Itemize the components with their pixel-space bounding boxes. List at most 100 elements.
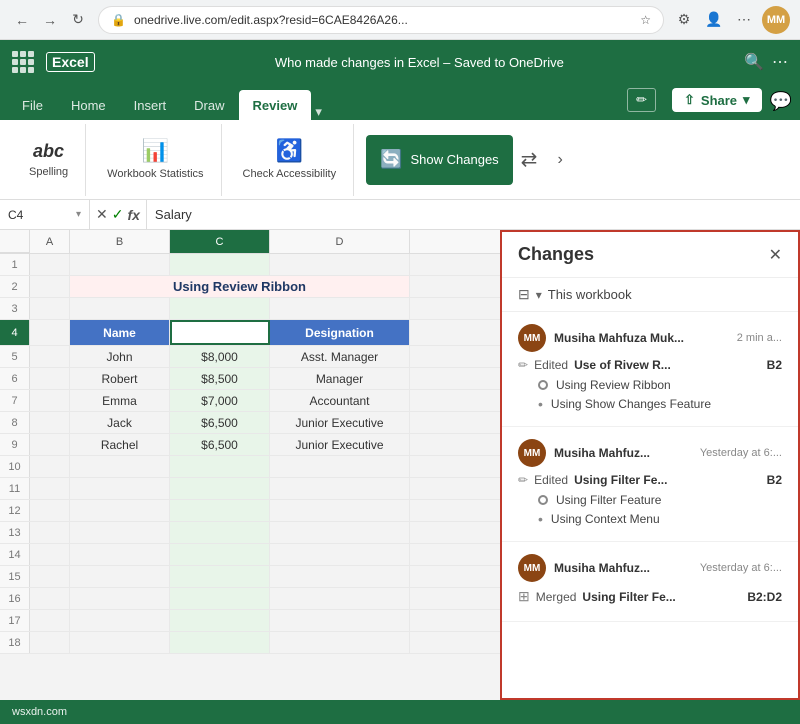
- spreadsheet-title-cell[interactable]: Using Review Ribbon: [70, 276, 410, 297]
- cell-d3[interactable]: [270, 298, 410, 319]
- cell-c8[interactable]: $6,500: [170, 412, 270, 433]
- change-edit-row-2: ✏ Edited Using Filter Fe... B2: [518, 473, 782, 487]
- cell-b1[interactable]: [70, 254, 170, 275]
- change-bullet-circle-2: Using Filter Feature: [518, 491, 782, 509]
- cell-b6[interactable]: Robert: [70, 368, 170, 389]
- show-changes-icon: 🔄: [380, 149, 402, 170]
- forward-button[interactable]: →: [38, 8, 62, 32]
- cell-b7[interactable]: Emma: [70, 390, 170, 411]
- back-button[interactable]: ←: [10, 8, 34, 32]
- comment-icon[interactable]: 💬: [770, 91, 792, 112]
- row-num-2: 2: [0, 276, 30, 297]
- change-time-1: 2 min a...: [737, 332, 782, 344]
- more-options-icon[interactable]: ⋯: [772, 52, 788, 72]
- cell-b8[interactable]: Jack: [70, 412, 170, 433]
- cell-d9[interactable]: Junior Executive: [270, 434, 410, 455]
- cell-a8[interactable]: [30, 412, 70, 433]
- formula-input-value[interactable]: Salary: [147, 207, 800, 222]
- tab-insert[interactable]: Insert: [120, 90, 181, 120]
- cell-ref-dropdown[interactable]: ▾: [76, 209, 81, 220]
- excel-titlebar: Excel Who made changes in Excel – Saved …: [0, 40, 800, 84]
- confirm-formula-icon[interactable]: ✓: [112, 206, 124, 223]
- filter-label: This workbook: [548, 287, 632, 302]
- change-meta-1: MM Musiha Mahfuza Muk... 2 min a...: [518, 324, 782, 352]
- address-bar[interactable]: 🔒 onedrive.live.com/edit.aspx?resid=6CAE…: [98, 6, 664, 34]
- ribbon-more-button[interactable]: ›: [553, 147, 566, 173]
- bullet-circle-icon-1: [538, 380, 548, 390]
- cell-a7[interactable]: [30, 390, 70, 411]
- share-button[interactable]: ⇧ Share ▾: [672, 88, 762, 112]
- edit-pencil-icon-2: ✏: [518, 473, 528, 487]
- change-time-2: Yesterday at 6:...: [700, 447, 782, 459]
- cell-c6[interactable]: $8,500: [170, 368, 270, 389]
- bullet-dot-icon-2: •: [538, 511, 543, 527]
- user-avatar[interactable]: MM: [762, 6, 790, 34]
- cell-a4[interactable]: [30, 320, 70, 345]
- edit-pencil-btn[interactable]: ✏: [627, 88, 656, 112]
- browser-nav: ← → ↻: [10, 8, 90, 32]
- cell-d7[interactable]: Accountant: [270, 390, 410, 411]
- cell-d8[interactable]: Junior Executive: [270, 412, 410, 433]
- spelling-button[interactable]: abc Spelling: [20, 128, 77, 192]
- change-bullet-text-1b: Using Show Changes Feature: [551, 397, 711, 411]
- change-edit-row-3: ⊞ Merged Using Filter Fe... B2:D2: [518, 588, 782, 605]
- tab-review[interactable]: Review: [239, 90, 312, 120]
- changes-panel-header: Changes ✕: [502, 232, 798, 278]
- cell-c3[interactable]: [170, 298, 270, 319]
- transfer-icon-btn[interactable]: ⇄: [517, 147, 542, 172]
- formula-bar: C4 ▾ ✕ ✓ fx Salary: [0, 200, 800, 230]
- app-grid-icon[interactable]: [12, 51, 34, 73]
- browser-bar: ← → ↻ 🔒 onedrive.live.com/edit.aspx?resi…: [0, 0, 800, 40]
- tab-file[interactable]: File: [8, 90, 57, 120]
- tab-draw[interactable]: Draw: [180, 90, 238, 120]
- cell-name-header[interactable]: Name: [70, 320, 170, 345]
- cell-b3[interactable]: [70, 298, 170, 319]
- cell-c1[interactable]: [170, 254, 270, 275]
- cell-c7[interactable]: $7,000: [170, 390, 270, 411]
- cell-a1[interactable]: [30, 254, 70, 275]
- change-item-3: MM Musiha Mahfuz... Yesterday at 6:... ⊞…: [502, 542, 798, 622]
- change-bullet-text-2b: Using Context Menu: [551, 512, 660, 526]
- search-icon[interactable]: 🔍: [744, 52, 764, 72]
- workbook-statistics-button[interactable]: 📊 Workbook Statistics: [98, 128, 212, 192]
- ribbon-bar: abc Spelling 📊 Workbook Statistics ♿ Che…: [0, 120, 800, 200]
- lock-icon: 🔒: [111, 13, 126, 27]
- change-cell-ref-3: B2:D2: [747, 590, 782, 604]
- cell-b5[interactable]: John: [70, 346, 170, 367]
- extension-icon[interactable]: ⚙: [672, 8, 696, 32]
- show-changes-button[interactable]: 🔄 Show Changes: [366, 135, 513, 185]
- cell-b9[interactable]: Rachel: [70, 434, 170, 455]
- spelling-label: Spelling: [29, 166, 68, 178]
- cell-reference-box[interactable]: C4 ▾: [0, 200, 90, 229]
- change-action-2: Edited: [534, 473, 568, 487]
- change-action-1: Edited: [534, 358, 568, 372]
- excel-document-title: Who made changes in Excel – Saved to One…: [107, 55, 732, 70]
- change-bullet-dot-2: • Using Context Menu: [518, 509, 782, 529]
- cell-designation-header[interactable]: Designation: [270, 320, 410, 345]
- check-accessibility-button[interactable]: ♿ Check Accessibility: [234, 128, 346, 192]
- profile-icon[interactable]: 👤: [702, 8, 726, 32]
- changes-filter-row[interactable]: ⊟ ▾ This workbook: [502, 278, 798, 312]
- insert-function-icon[interactable]: fx: [127, 207, 139, 223]
- cell-a5[interactable]: [30, 346, 70, 367]
- cell-a9[interactable]: [30, 434, 70, 455]
- cancel-formula-icon[interactable]: ✕: [96, 206, 108, 223]
- cell-a3[interactable]: [30, 298, 70, 319]
- row-num-6: 6: [0, 368, 30, 389]
- more-icon[interactable]: ⋯: [732, 8, 756, 32]
- cell-c5[interactable]: $8,000: [170, 346, 270, 367]
- cell-a2[interactable]: [30, 276, 70, 297]
- cell-c9[interactable]: $6,500: [170, 434, 270, 455]
- cell-d6[interactable]: Manager: [270, 368, 410, 389]
- row-num-8: 8: [0, 412, 30, 433]
- ribbon-tab-dropdown[interactable]: ▾: [311, 104, 326, 120]
- cell-d5[interactable]: Asst. Manager: [270, 346, 410, 367]
- cell-a6[interactable]: [30, 368, 70, 389]
- refresh-button[interactable]: ↻: [66, 8, 90, 32]
- change-time-3: Yesterday at 6:...: [700, 562, 782, 574]
- cell-salary-header[interactable]: Salary: [170, 320, 270, 345]
- changes-panel-close-button[interactable]: ✕: [769, 245, 782, 265]
- tab-home[interactable]: Home: [57, 90, 120, 120]
- row-num-3: 3: [0, 298, 30, 319]
- cell-d1[interactable]: [270, 254, 410, 275]
